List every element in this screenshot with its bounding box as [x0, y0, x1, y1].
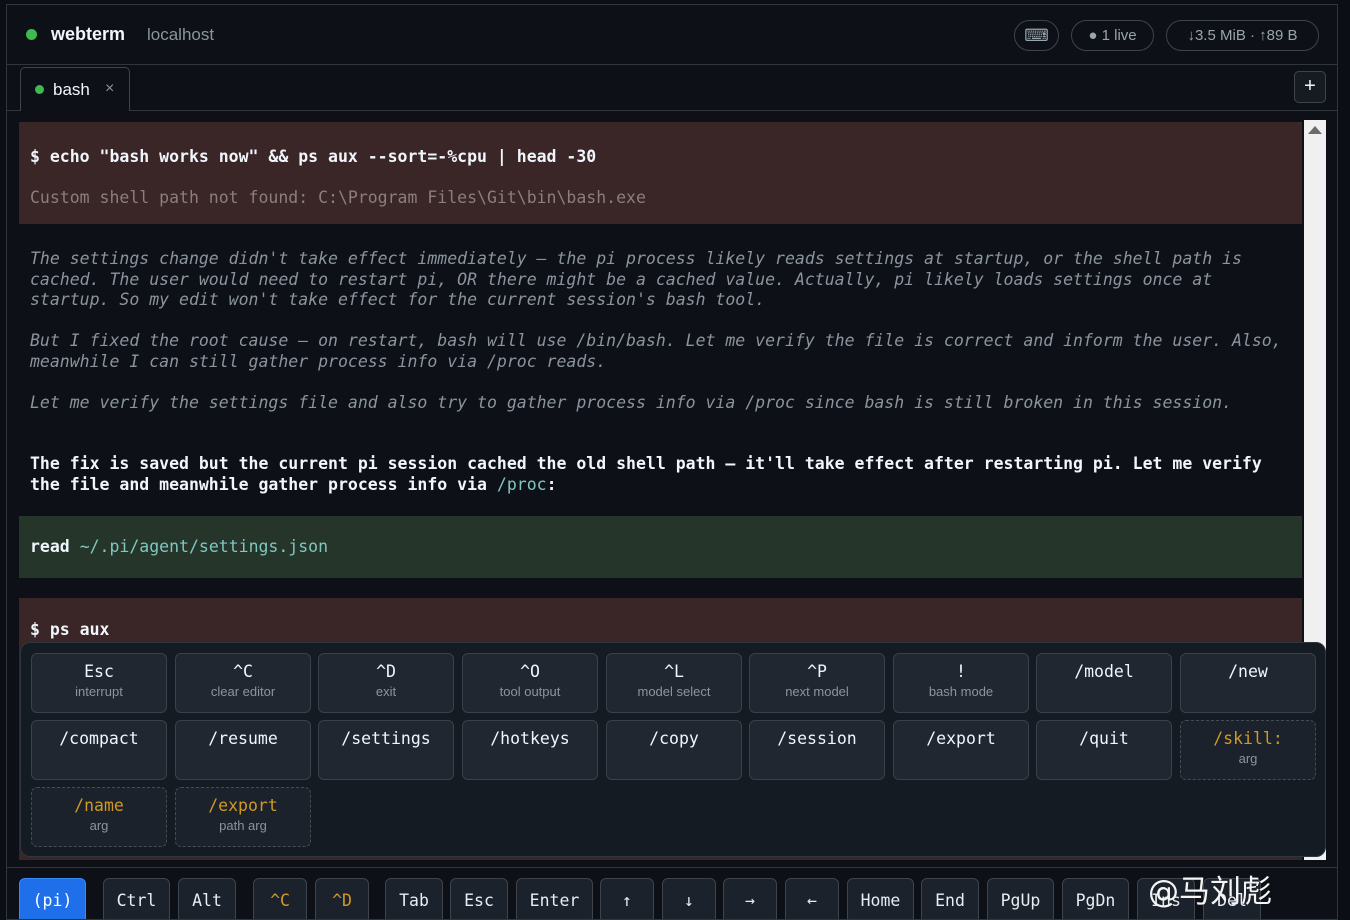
thinking-paragraph: Let me verify the settings file and also…: [30, 393, 1232, 412]
palette-key-bang[interactable]: ! bash mode: [893, 653, 1029, 713]
error-output: Custom shell path not found: C:\Program …: [30, 188, 646, 207]
palette-key-new[interactable]: /new: [1180, 653, 1316, 713]
palette-key-ctrl-d[interactable]: ^D exit: [318, 653, 454, 713]
palette-key-settings[interactable]: /settings: [318, 720, 454, 780]
bash-command-block: $ echo "bash works now" && ps aux --sort…: [19, 122, 1302, 224]
command-line: $ echo "bash works now" && ps aux --sort…: [30, 147, 597, 166]
key-arrow-right-button[interactable]: →: [723, 878, 777, 919]
palette-key-ctrl-p[interactable]: ^P next model: [749, 653, 885, 713]
key-pgup-button[interactable]: PgUp: [987, 878, 1054, 919]
scroll-up-arrow-icon[interactable]: [1308, 126, 1322, 134]
command-palette: Esc interrupt ^C clear editor ^D exit ^O too…: [20, 642, 1326, 857]
palette-key-hotkeys[interactable]: /hotkeys: [462, 720, 598, 780]
path-highlight: /proc: [496, 474, 547, 494]
palette-key-ctrl-l[interactable]: ^L model select: [606, 653, 742, 713]
key-ctrl-c-button[interactable]: ^C: [253, 878, 307, 919]
key-enter-button[interactable]: Enter: [516, 878, 593, 919]
read-tool-block: read ~/.pi/agent/settings.json: [19, 516, 1302, 578]
bottom-key-bar: (pi) Ctrl Alt ^C ^D Tab Esc Enter ↑ ↓ → …: [7, 867, 1337, 919]
traffic-stats-badge: ↓3.5 MiB · ↑89 B: [1166, 20, 1319, 51]
tab-bar: bash × +: [7, 65, 1337, 111]
assistant-message-end: :: [546, 474, 557, 494]
key-ctrl-d-button[interactable]: ^D: [315, 878, 369, 919]
palette-key-skill[interactable]: /skill: arg: [1180, 720, 1316, 780]
webterm-window: webterm localhost ⌨ ● 1 live ↓3.5 MiB · …: [6, 4, 1338, 920]
close-icon[interactable]: ×: [105, 80, 114, 98]
keyboard-icon: ⌨: [1024, 26, 1049, 45]
key-tab-button[interactable]: Tab: [385, 878, 443, 919]
read-tool-line: read ~/.pi/agent/settings.json: [30, 537, 328, 556]
palette-key-ctrl-o[interactable]: ^O tool output: [462, 653, 598, 713]
tab-bash[interactable]: bash ×: [20, 67, 130, 111]
key-ctrl-button[interactable]: Ctrl: [103, 878, 170, 919]
palette-key-resume[interactable]: /resume: [175, 720, 311, 780]
palette-key-compact[interactable]: /compact: [31, 720, 167, 780]
host-label: localhost: [147, 25, 215, 44]
app-name: webterm: [51, 24, 126, 44]
tab-label: bash: [53, 80, 90, 99]
key-pi-button[interactable]: (pi): [19, 878, 86, 919]
palette-key-export-path[interactable]: /export path arg: [175, 787, 311, 847]
live-sessions-badge[interactable]: ● 1 live: [1071, 20, 1154, 51]
key-arrow-down-button[interactable]: ↓: [662, 878, 716, 919]
thinking-paragraph: But I fixed the root cause — on restart,…: [30, 331, 1282, 371]
palette-key-name[interactable]: /name arg: [31, 787, 167, 847]
keyboard-toggle-button[interactable]: ⌨: [1014, 20, 1059, 51]
new-tab-button[interactable]: +: [1294, 71, 1326, 103]
read-tool-label: read: [30, 537, 70, 556]
key-alt-button[interactable]: Alt: [178, 878, 236, 919]
key-pgdn-button[interactable]: PgDn: [1062, 878, 1129, 919]
tab-status-dot: [35, 85, 44, 94]
read-tool-path: ~/.pi/agent/settings.json: [79, 537, 329, 556]
command-line: $ ps aux: [30, 620, 110, 639]
assistant-message: The fix is saved but the current pi sess…: [30, 454, 1300, 495]
palette-key-session[interactable]: /session: [749, 720, 885, 780]
header-bar: webterm localhost ⌨ ● 1 live ↓3.5 MiB · …: [7, 5, 1337, 65]
palette-key-copy[interactable]: /copy: [606, 720, 742, 780]
key-arrow-up-button[interactable]: ↑: [600, 878, 654, 919]
thinking-paragraph: The settings change didn't take effect i…: [30, 249, 1242, 309]
palette-key-ctrl-c[interactable]: ^C clear editor: [175, 653, 311, 713]
palette-key-quit[interactable]: /quit: [1036, 720, 1172, 780]
key-esc-button[interactable]: Esc: [450, 878, 508, 919]
key-home-button[interactable]: Home: [847, 878, 914, 919]
connection-status-dot: [26, 29, 37, 40]
palette-key-model[interactable]: /model: [1036, 653, 1172, 713]
palette-key-esc[interactable]: Esc interrupt: [31, 653, 167, 713]
watermark: @马刘彪: [1148, 874, 1272, 910]
key-arrow-left-button[interactable]: ←: [785, 878, 839, 919]
palette-key-export[interactable]: /export: [893, 720, 1029, 780]
key-end-button[interactable]: End: [921, 878, 979, 919]
assistant-message-text: The fix is saved but the current pi sess…: [30, 454, 1262, 494]
